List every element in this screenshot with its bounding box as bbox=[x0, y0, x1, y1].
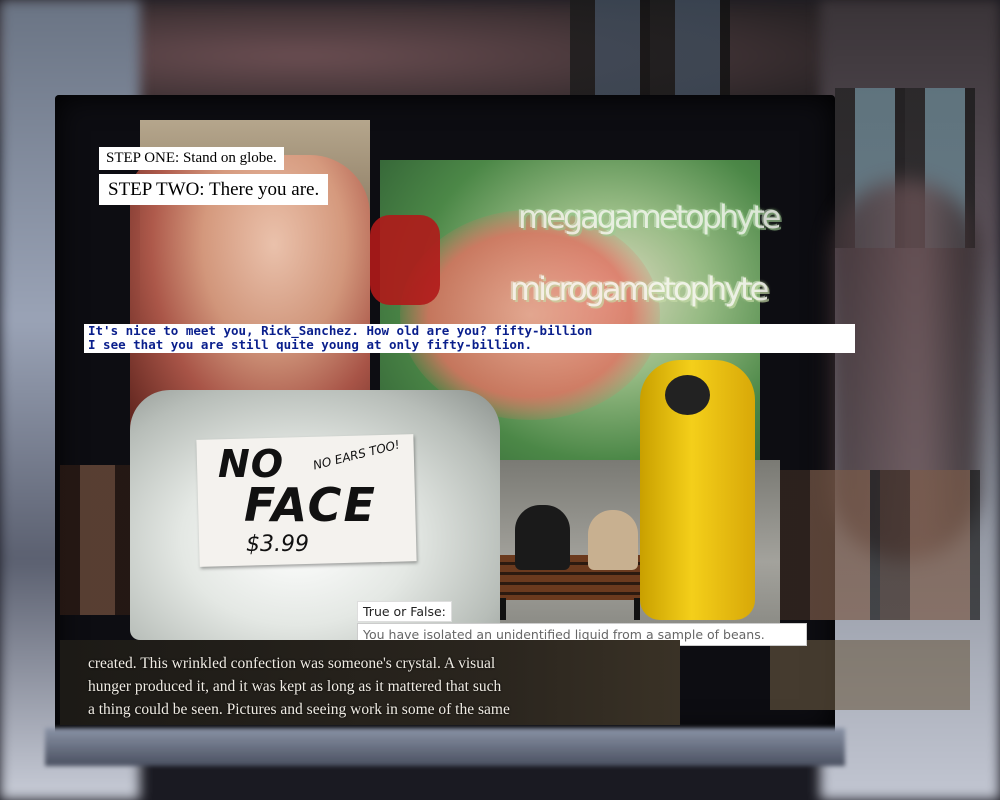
book-line: a thing could be seen. Pictures and seei… bbox=[88, 701, 510, 718]
bench-legs bbox=[500, 598, 640, 620]
monitor-bezel bbox=[45, 728, 845, 766]
seated-person-dark bbox=[515, 505, 570, 570]
chat-line-question: It's nice to meet you, Rick_Sanchez. How… bbox=[88, 323, 593, 338]
film-strip-right bbox=[780, 470, 980, 620]
step-two-label: STEP TWO: There you are. bbox=[99, 174, 329, 205]
book-excerpt: created. This wrinkled confection was so… bbox=[88, 652, 598, 721]
wordart-microgametophyte: microgametophyte bbox=[510, 270, 769, 308]
sign-price-text: $3.99 bbox=[246, 532, 309, 557]
sign-face-text: FACE bbox=[244, 478, 377, 532]
book-line: hunger produced it, and it was kept as l… bbox=[88, 678, 502, 695]
step-one-label: STEP ONE: Stand on globe. bbox=[99, 147, 284, 170]
wordart-megagametophyte: megagametophyte bbox=[518, 198, 781, 236]
book-line: created. This wrinkled confection was so… bbox=[88, 655, 496, 672]
film-strip-left bbox=[60, 465, 140, 615]
true-false-label: True or False: bbox=[357, 601, 452, 622]
chat-box: It's nice to meet you, Rick_Sanchez. How… bbox=[84, 324, 855, 353]
red-cloth bbox=[370, 215, 440, 305]
film-strip-right-lower bbox=[770, 640, 970, 710]
chat-line-reply: I see that you are still quite young at … bbox=[88, 337, 533, 352]
seated-person-light bbox=[588, 510, 638, 570]
gas-mask bbox=[665, 375, 710, 415]
